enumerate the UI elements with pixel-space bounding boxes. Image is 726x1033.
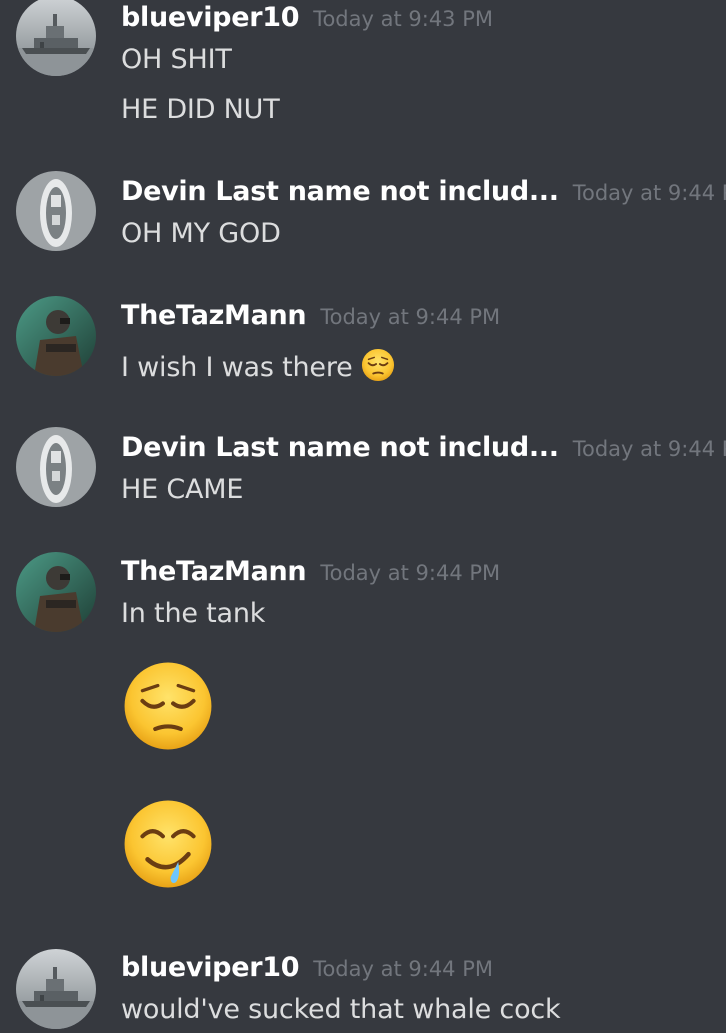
message-header: blueviper10 Today at 9:43 PM	[121, 2, 493, 33]
username[interactable]: TheTazMann	[121, 300, 307, 331]
chat-message-list: blueviper10 Today at 9:43 PM OH SHIT HE D…	[0, 0, 726, 1033]
username[interactable]: TheTazMann	[121, 556, 307, 587]
timestamp: Today at 9:44 PM	[572, 181, 726, 205]
message-header: Devin Last name not includ... Today at 9:…	[121, 176, 726, 207]
username[interactable]: blueviper10	[121, 952, 300, 983]
battleship-avatar[interactable]	[16, 949, 96, 1029]
message-text: would've sucked that whale cock	[121, 994, 561, 1025]
message-text: HE DID NUT	[121, 94, 280, 125]
message-header: TheTazMann Today at 9:44 PM	[121, 556, 500, 587]
timestamp: Today at 9:44 PM	[320, 305, 501, 329]
soldier-avatar[interactable]	[16, 296, 96, 376]
warship-bow-avatar[interactable]	[16, 427, 96, 507]
battleship-avatar[interactable]	[16, 0, 96, 76]
timestamp: Today at 9:44 PM	[320, 561, 501, 585]
username[interactable]: blueviper10	[121, 2, 300, 33]
message-text: HE CAME	[121, 474, 244, 505]
username[interactable]: Devin Last name not includ...	[121, 432, 559, 463]
username[interactable]: Devin Last name not includ...	[121, 176, 559, 207]
message-text: OH MY GOD	[121, 218, 281, 249]
message-text: I wish I was there	[121, 348, 395, 383]
message-text: In the tank	[121, 598, 266, 629]
drooling-face-icon	[124, 800, 212, 888]
message-text: OH SHIT	[121, 44, 232, 75]
message-text-content: I wish I was there	[121, 352, 353, 383]
timestamp: Today at 9:44 PM	[572, 437, 726, 461]
warship-bow-avatar[interactable]	[16, 171, 96, 251]
message-header: TheTazMann Today at 9:44 PM	[121, 300, 500, 331]
message-header: Devin Last name not includ... Today at 9:…	[121, 432, 726, 463]
pensive-face-icon	[361, 348, 394, 382]
soldier-avatar[interactable]	[16, 552, 96, 632]
pensive-face-icon	[124, 662, 212, 750]
timestamp: Today at 9:44 PM	[313, 957, 494, 981]
message-header: blueviper10 Today at 9:44 PM	[121, 952, 493, 983]
timestamp: Today at 9:43 PM	[313, 7, 494, 31]
